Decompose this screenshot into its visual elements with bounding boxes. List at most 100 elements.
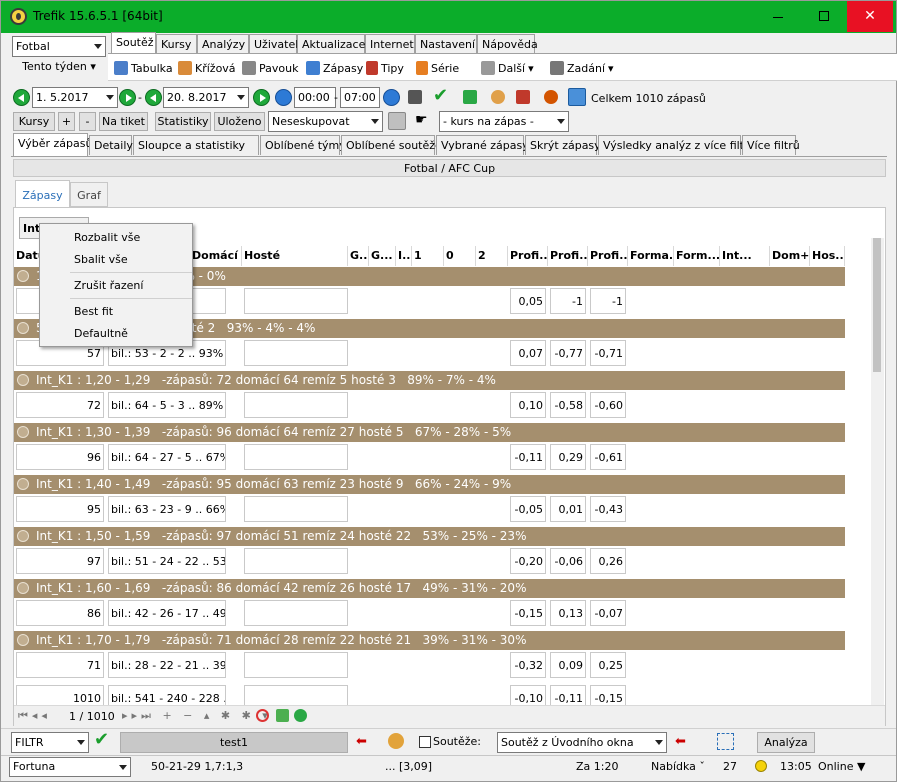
report-icon[interactable]: [516, 90, 530, 104]
date-to-field[interactable]: 20. 8.2017: [163, 87, 249, 108]
tab-graf[interactable]: Graf: [70, 182, 108, 207]
column-header-11[interactable]: Profi...: [588, 246, 628, 266]
group-row[interactable]: Int_K1 : 1,60 - 1,69 -zápasů: 86 domácí …: [14, 579, 845, 598]
toolbar-dalsi[interactable]: Další ▾: [481, 59, 534, 77]
analyza-button[interactable]: Analýza: [757, 732, 815, 753]
group-settings-icon[interactable]: [388, 112, 406, 130]
date-from-field[interactable]: 1. 5.2017: [32, 87, 118, 108]
excel-icon[interactable]: [463, 90, 477, 104]
expand-group-icon[interactable]: [17, 634, 29, 646]
toolbar-tipy[interactable]: Tipy: [366, 59, 404, 77]
period-button[interactable]: Tento týden ▾: [12, 58, 106, 77]
person-icon[interactable]: [388, 733, 404, 749]
group-row[interactable]: Int_K1 : 1,40 - 1,49 -zápasů: 95 domácí …: [14, 475, 845, 494]
subtab-0[interactable]: Výběr zápasů: [13, 133, 92, 156]
toolbar-pavouk[interactable]: Pavouk: [242, 59, 298, 77]
crosshair-icon[interactable]: [717, 733, 734, 750]
plus-button[interactable]: +: [58, 112, 75, 131]
minimize-button[interactable]: [755, 1, 801, 32]
group-select[interactable]: Neseskupovat: [268, 111, 383, 132]
kurs-select[interactable]: - kurs na zápas -: [439, 111, 569, 132]
toolbar-krizova[interactable]: Křížová: [178, 59, 236, 77]
na-tiket-button[interactable]: Na tiket: [99, 112, 148, 131]
menu-best-fit[interactable]: Best fit: [74, 305, 113, 318]
column-header-1[interactable]: Domácí: [190, 246, 242, 266]
clock-icon[interactable]: [275, 89, 292, 106]
group-row[interactable]: Int_K1 : 1,70 - 1,79 -zápasů: 71 domácí …: [14, 631, 845, 650]
subtab-7[interactable]: Výsledky analýz z více filtrů: [598, 135, 756, 155]
menu-rozbalit-vse[interactable]: Rozbalit vše: [74, 231, 140, 244]
column-header-15[interactable]: Dom+: [770, 246, 810, 266]
statistiky-button[interactable]: Statistiky: [155, 112, 211, 131]
expand-group-icon[interactable]: [17, 530, 29, 542]
status-nabidka[interactable]: Nabídka ˇ: [651, 760, 705, 780]
confirm-check-icon[interactable]: ✔: [433, 85, 448, 106]
expand-group-icon[interactable]: [17, 270, 29, 282]
column-header-2[interactable]: Hosté: [242, 246, 348, 266]
menu-tab-7[interactable]: Nápověda: [477, 34, 538, 53]
nav-first-prev[interactable]: ⏮◂◂: [18, 709, 51, 723]
filtr-select[interactable]: FILTR: [11, 732, 89, 753]
menu-tab-6[interactable]: Nastavení: [415, 34, 477, 53]
menu-zrusit-razeni[interactable]: Zrušit řazení: [74, 279, 143, 292]
toolbar-tabulka[interactable]: Tabulka: [114, 59, 173, 77]
sport-select[interactable]: Fotbal: [12, 36, 106, 57]
menu-tab-4[interactable]: Aktualizace: [297, 34, 365, 53]
tab-zapasy[interactable]: Zápasy: [15, 180, 70, 208]
subtab-2[interactable]: Sloupce a statistiky: [133, 135, 259, 155]
menu-tab-1[interactable]: Kursy: [156, 34, 197, 53]
group-row[interactable]: Int_K1 : 1,30 - 1,39 -zápasů: 96 domácí …: [14, 423, 845, 442]
expand-group-icon[interactable]: [17, 322, 29, 334]
apply-filter-check-icon[interactable]: ✔: [94, 729, 109, 750]
column-header-14[interactable]: Int...: [720, 246, 770, 266]
menu-tab-3[interactable]: Uživatel: [249, 34, 298, 53]
menu-tab-5[interactable]: Internet: [365, 34, 415, 53]
time-from-field[interactable]: 00:00: [294, 87, 336, 108]
export-icon[interactable]: [408, 90, 422, 104]
expand-group-icon[interactable]: [17, 582, 29, 594]
ulozeno-button[interactable]: Uloženo: [214, 112, 265, 131]
menu-tab-2[interactable]: Analýzy: [197, 34, 249, 53]
clock-to-icon[interactable]: [383, 89, 400, 106]
next-date-icon[interactable]: [119, 89, 136, 106]
bookmaker-select[interactable]: Fortuna: [9, 757, 131, 777]
zoom-icon[interactable]: [544, 90, 558, 104]
column-header-6[interactable]: 1: [412, 246, 444, 266]
prev-date-icon[interactable]: [13, 89, 30, 106]
prev-date-to-icon[interactable]: [145, 89, 162, 106]
toolbar-zadani[interactable]: Zadání ▾: [550, 59, 614, 77]
soutez-checkbox[interactable]: [419, 736, 431, 748]
soutez-select[interactable]: Soutěž z Úvodního okna: [497, 732, 667, 753]
column-header-8[interactable]: 2: [476, 246, 508, 266]
group-row[interactable]: Int_K1 : 1,20 - 1,29 -zápasů: 72 domácí …: [14, 371, 845, 390]
nav-add-icon[interactable]: [276, 709, 289, 722]
test1-button[interactable]: test1: [120, 732, 348, 753]
kursy-button[interactable]: Kursy: [13, 112, 55, 131]
expand-group-icon[interactable]: [17, 426, 29, 438]
close-button[interactable]: ✕: [847, 1, 893, 32]
scrollbar-thumb[interactable]: [873, 238, 881, 372]
menu-tab-0[interactable]: Soutěž: [111, 32, 156, 54]
column-header-9[interactable]: Profi...: [508, 246, 548, 266]
toolbar-serie[interactable]: Série: [416, 59, 459, 77]
toolbar-zapasy[interactable]: Zápasy: [306, 59, 363, 77]
vertical-scrollbar[interactable]: [871, 238, 884, 752]
hand-icon[interactable]: [491, 90, 505, 104]
subtab-8[interactable]: Více filtrů: [742, 135, 800, 155]
next-date-to-icon[interactable]: [253, 89, 270, 106]
expand-group-icon[interactable]: [17, 478, 29, 490]
menu-defaultne[interactable]: Defaultně: [74, 327, 128, 340]
nav-refresh-icon[interactable]: [294, 709, 307, 722]
column-header-7[interactable]: 0: [444, 246, 476, 266]
nav-cancel-icon[interactable]: [256, 709, 269, 722]
minus-button[interactable]: -: [79, 112, 96, 131]
chart-icon[interactable]: [568, 88, 586, 106]
column-header-4[interactable]: G...: [369, 246, 396, 266]
subtab-6[interactable]: Skrýt zápasy: [525, 135, 601, 155]
subtab-3[interactable]: Oblíbené týmy: [260, 135, 346, 155]
column-header-13[interactable]: Form...: [674, 246, 720, 266]
expand-group-icon[interactable]: [17, 374, 29, 386]
subtab-4[interactable]: Oblíbené soutěže: [341, 135, 442, 155]
maximize-button[interactable]: [801, 1, 847, 32]
column-header-5[interactable]: I...: [396, 246, 412, 266]
